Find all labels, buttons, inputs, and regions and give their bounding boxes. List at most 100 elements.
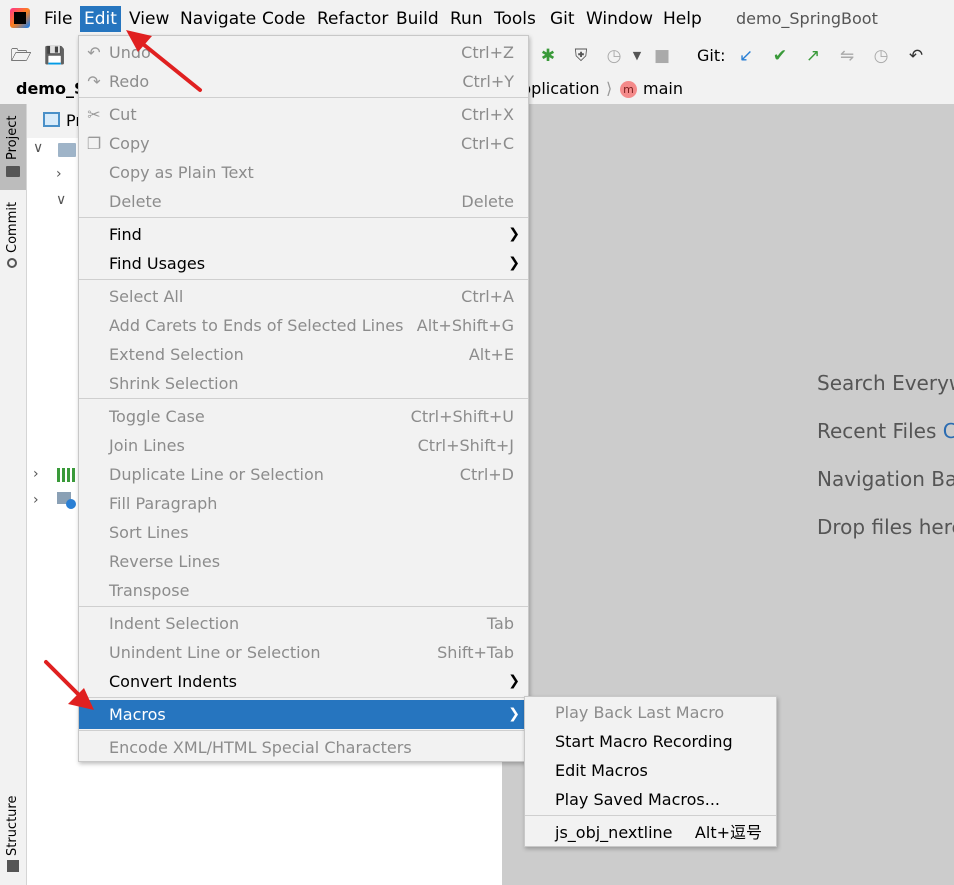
edit-menu-item-indent-selection[interactable]: Indent Selection Tab xyxy=(79,609,528,638)
git-label: Git: xyxy=(697,46,726,65)
menu-refactor[interactable]: Refactor xyxy=(313,6,392,32)
menu-item-shortcut: Delete xyxy=(461,192,514,211)
macros-menu-item-play-saved-macros[interactable]: Play Saved Macros... xyxy=(525,785,776,814)
chevron-right-icon[interactable]: › xyxy=(33,466,39,482)
git-push-icon[interactable]: ↗ xyxy=(802,45,824,67)
menu-item-label: Delete xyxy=(109,192,162,211)
editor-hint: Recent Files Ct xyxy=(817,419,954,443)
edit-menu-item-sort-lines[interactable]: Sort Lines xyxy=(79,518,528,547)
menu-item-label: Play Back Last Macro xyxy=(555,703,725,722)
menu-build[interactable]: Build xyxy=(392,6,443,32)
stop-icon[interactable]: ■ xyxy=(651,45,673,67)
menu-item-label: Find xyxy=(109,225,142,244)
edit-menu-item-macros[interactable]: Macros ❯ xyxy=(79,700,528,729)
redo-icon: ↷ xyxy=(87,72,101,91)
edit-menu-item-toggle-case[interactable]: Toggle Case Ctrl+Shift+U xyxy=(79,402,528,431)
structure-tool-tab[interactable]: Structure xyxy=(0,795,26,857)
project-view-icon xyxy=(43,112,60,127)
menu-item-shortcut: Alt+Shift+G xyxy=(416,316,514,335)
menu-separator xyxy=(525,815,776,816)
edit-menu-item-reverse-lines[interactable]: Reverse Lines xyxy=(79,547,528,576)
menu-run[interactable]: Run xyxy=(446,6,487,32)
history-icon[interactable]: ◷ xyxy=(870,45,892,67)
external-libraries-icon xyxy=(57,468,75,482)
edit-menu-item-join-lines[interactable]: Join Lines Ctrl+Shift+J xyxy=(79,431,528,460)
chevron-down-icon[interactable]: ∨ xyxy=(56,192,66,208)
undo-icon: ↶ xyxy=(87,43,101,62)
edit-menu-item-select-all[interactable]: Select All Ctrl+A xyxy=(79,282,528,311)
clock-icon xyxy=(66,499,76,509)
macros-menu-item-edit-macros[interactable]: Edit Macros xyxy=(525,756,776,785)
menu-help[interactable]: Help xyxy=(659,6,706,32)
commit-icon xyxy=(7,258,17,268)
edit-menu-item-find[interactable]: Find ❯ xyxy=(79,220,528,249)
edit-menu-item-duplicate-line-or-selection[interactable]: Duplicate Line or Selection Ctrl+D xyxy=(79,460,528,489)
save-icon[interactable]: 💾 xyxy=(44,45,66,67)
structure-icon xyxy=(7,860,19,872)
git-commit-icon[interactable]: ✔ xyxy=(769,45,791,67)
editor-hint: Navigation Bar xyxy=(817,467,954,491)
menu-file[interactable]: File xyxy=(40,6,76,32)
chevron-right-icon: ❯ xyxy=(508,673,520,689)
menu-item-label: Join Lines xyxy=(109,436,185,455)
menu-separator xyxy=(79,398,528,399)
project-tool-tab[interactable]: Project xyxy=(0,112,26,164)
macros-menu-item-js-obj-nextline[interactable]: js_obj_nextline Alt+逗号 xyxy=(525,818,776,847)
edit-menu-item-fill-paragraph[interactable]: Fill Paragraph xyxy=(79,489,528,518)
menu-item-shortcut: Ctrl+A xyxy=(461,287,514,306)
menu-item-label: Unindent Line or Selection xyxy=(109,643,321,662)
menu-code[interactable]: Code xyxy=(258,6,310,32)
edit-menu-item-shrink-selection[interactable]: Shrink Selection xyxy=(79,369,528,398)
module-folder-icon xyxy=(58,143,76,157)
project-tab[interactable]: demo_S xyxy=(16,78,86,100)
method-icon: m xyxy=(620,81,637,98)
commit-tool-tab[interactable]: Commit xyxy=(0,200,26,254)
menu-item-label: Sort Lines xyxy=(109,523,189,542)
edit-menu-item-copy[interactable]: ❐ Copy Ctrl+C xyxy=(79,129,528,158)
edit-menu-item-convert-indents[interactable]: Convert Indents ❯ xyxy=(79,667,528,696)
chevron-down-icon[interactable]: ∨ xyxy=(33,140,43,156)
menu-tools[interactable]: Tools xyxy=(490,6,540,32)
menu-item-label: Edit Macros xyxy=(555,761,648,780)
coverage-icon[interactable]: ⛨ xyxy=(570,45,592,67)
edit-menu-item-delete[interactable]: Delete Delete xyxy=(79,187,528,216)
copy-icon: ❐ xyxy=(86,134,102,153)
menu-item-label: Shrink Selection xyxy=(109,374,239,393)
breadcrumb-method[interactable]: main xyxy=(643,78,683,100)
edit-menu-item-extend-selection[interactable]: Extend Selection Alt+E xyxy=(79,340,528,369)
breadcrumb-separator-icon: ⟩ xyxy=(606,79,613,98)
edit-menu-item-unindent-line-or-selection[interactable]: Unindent Line or Selection Shift+Tab xyxy=(79,638,528,667)
edit-menu-item-encode-xml-html-special-characters[interactable]: Encode XML/HTML Special Characters xyxy=(79,733,528,762)
menu-item-label: Toggle Case xyxy=(109,407,205,426)
annotation-arrow-icon xyxy=(44,660,94,710)
intellij-logo-icon xyxy=(10,8,30,28)
menu-item-label: Extend Selection xyxy=(109,345,244,364)
rollback-icon[interactable]: ↶ xyxy=(905,45,927,67)
edit-menu-item-transpose[interactable]: Transpose xyxy=(79,576,528,605)
folder-icon xyxy=(6,166,20,177)
breadcrumb-class[interactable]: pplication xyxy=(521,78,599,100)
macros-menu-item-start-macro-recording[interactable]: Start Macro Recording xyxy=(525,727,776,756)
menu-item-label: Copy xyxy=(109,134,150,153)
profile-icon[interactable]: ◷ xyxy=(603,45,625,67)
menu-git[interactable]: Git xyxy=(546,6,579,32)
chevron-right-icon[interactable]: › xyxy=(33,492,39,508)
menu-window[interactable]: Window xyxy=(582,6,657,32)
git-merge-icon[interactable]: ⇋ xyxy=(836,45,858,67)
chevron-right-icon: ❯ xyxy=(508,255,520,271)
open-folder-icon[interactable]: 🗁 xyxy=(10,45,32,67)
menu-item-label: Copy as Plain Text xyxy=(109,163,254,182)
chevron-down-icon[interactable]: ▼ xyxy=(626,45,648,67)
edit-menu-item-add-carets-to-ends-of-selected-lines[interactable]: Add Carets to Ends of Selected Lines Alt+… xyxy=(79,311,528,340)
git-update-icon[interactable]: ↙ xyxy=(735,45,757,67)
macros-submenu: Play Back Last Macro Start Macro Recordin… xyxy=(524,696,777,847)
macros-menu-item-play-back-last-macro[interactable]: Play Back Last Macro xyxy=(525,698,776,727)
menu-item-shortcut: Ctrl+C xyxy=(460,134,514,153)
menu-separator xyxy=(79,279,528,280)
menu-item-label: Transpose xyxy=(109,581,190,600)
edit-menu-item-copy-as-plain-text[interactable]: Copy as Plain Text xyxy=(79,158,528,187)
edit-menu: ↶ Undo Ctrl+Z ↷ Redo Ctrl+Y ✂ Cut Ctrl+X ❐ Copy Ctr… xyxy=(78,35,529,762)
chevron-right-icon[interactable]: › xyxy=(56,166,62,182)
debug-icon[interactable]: ✱ xyxy=(537,45,559,67)
edit-menu-item-find-usages[interactable]: Find Usages ❯ xyxy=(79,249,528,278)
